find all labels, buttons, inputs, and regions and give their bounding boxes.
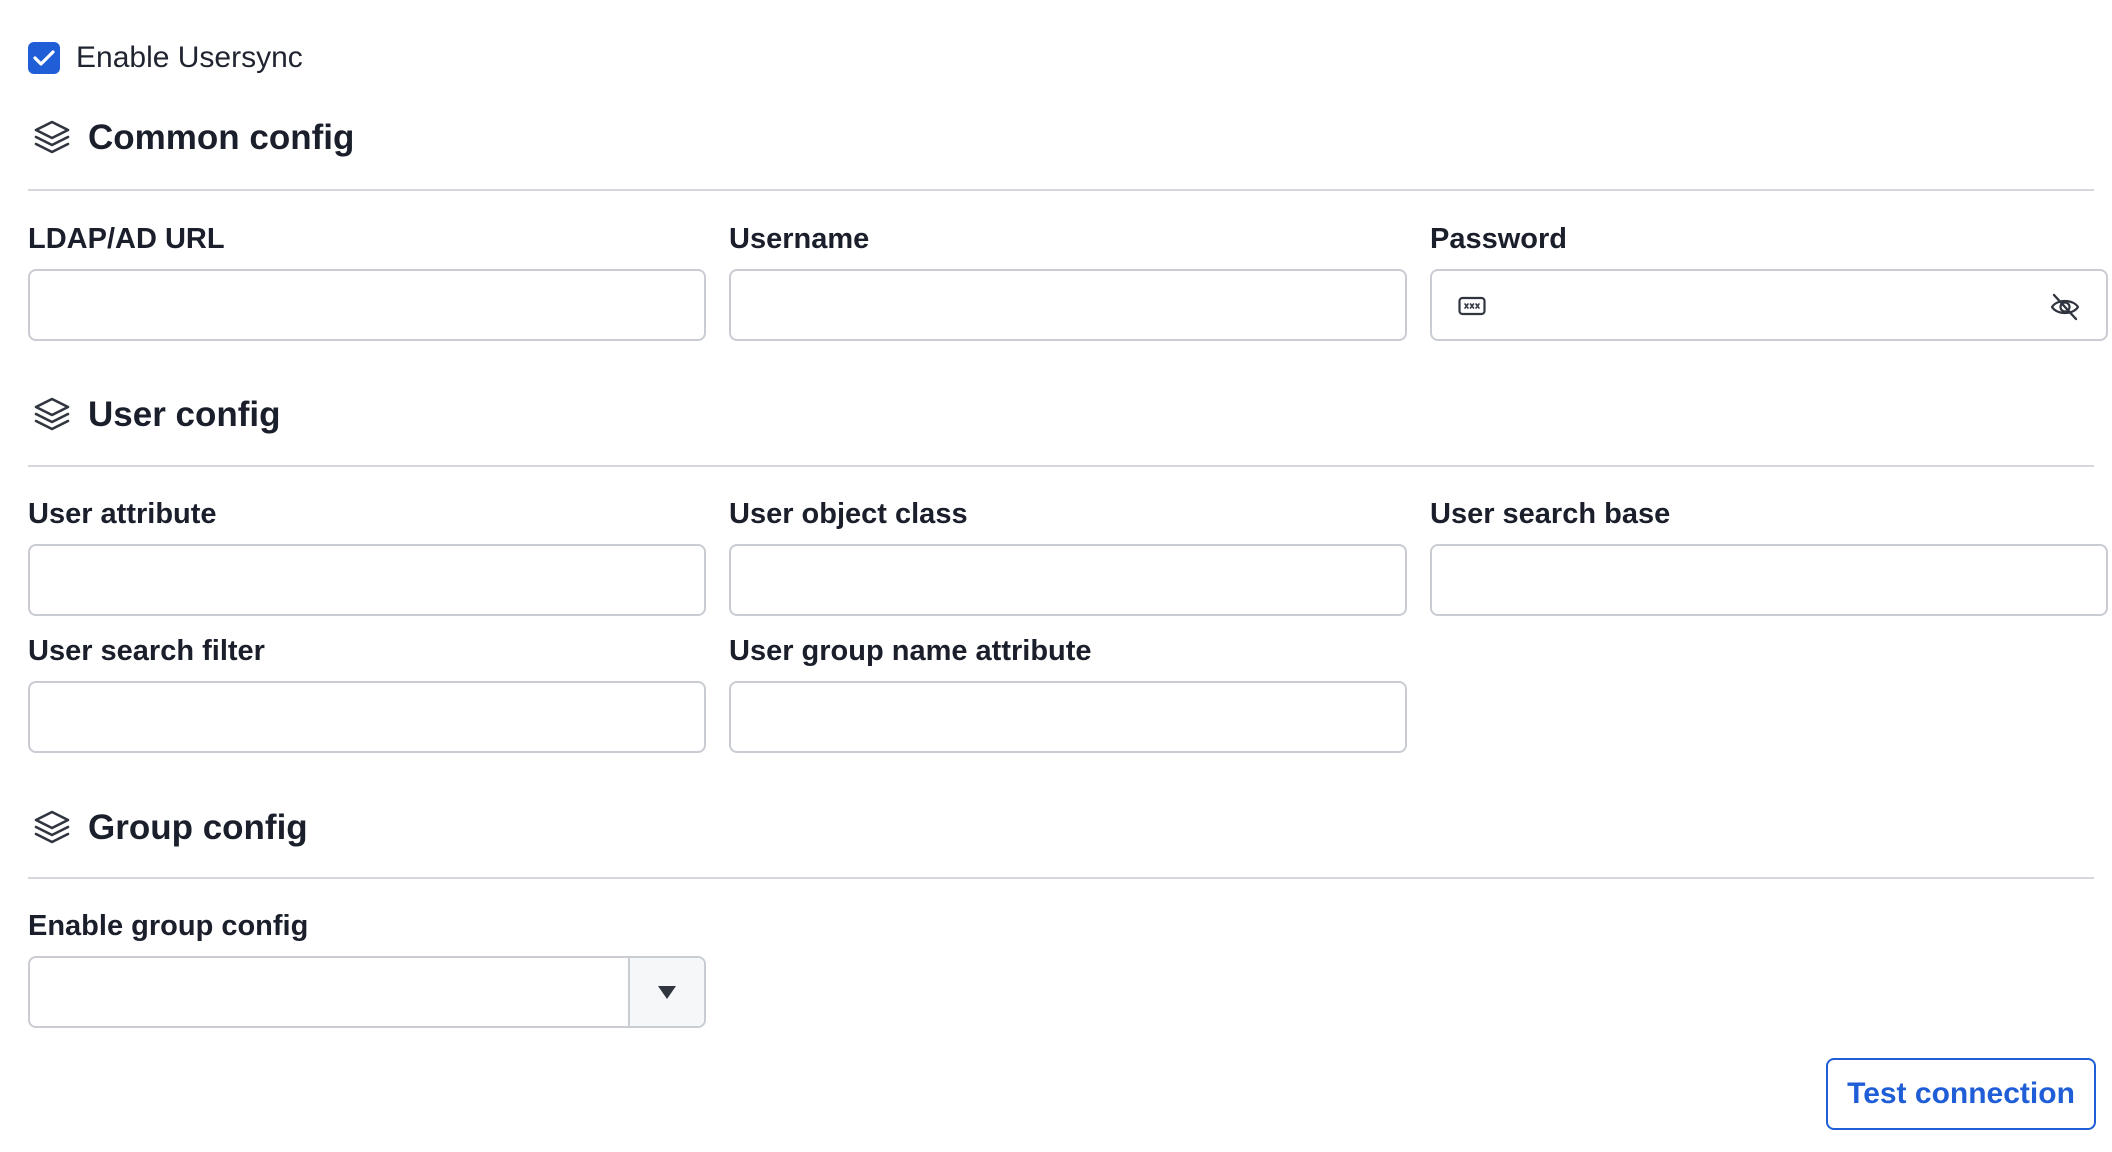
user-object-class-label: User object class: [729, 498, 968, 530]
user-search-base-label: User search base: [1430, 498, 1671, 530]
user-attribute-label: User attribute: [28, 498, 217, 530]
layers-icon: [28, 804, 76, 852]
common-config-divider: [28, 189, 2094, 191]
user-object-class-input[interactable]: [729, 544, 1407, 616]
layers-icon: [28, 391, 76, 439]
enable-group-config-toggle[interactable]: [628, 958, 704, 1026]
common-config-title: Common config: [88, 118, 355, 157]
layers-icon: [28, 114, 76, 162]
group-config-title: Group config: [88, 808, 308, 847]
password-dots-icon: [1458, 296, 1486, 316]
group-config-divider: [28, 877, 2094, 879]
user-config-divider: [28, 465, 2094, 467]
ldap-url-label: LDAP/AD URL: [28, 223, 225, 255]
user-config-title: User config: [88, 395, 281, 434]
password-field[interactable]: [1430, 269, 2108, 341]
user-group-name-attribute-label: User group name attribute: [729, 635, 1092, 667]
username-label: Username: [729, 223, 870, 255]
enable-usersync-row[interactable]: Enable Usersync: [28, 41, 303, 75]
test-connection-button[interactable]: Test connection: [1826, 1058, 2096, 1130]
enable-usersync-checkbox[interactable]: [28, 42, 60, 74]
user-group-name-attribute-input[interactable]: [729, 681, 1407, 753]
enable-usersync-label: Enable Usersync: [76, 41, 303, 74]
password-label: Password: [1430, 223, 1567, 255]
enable-group-config-select[interactable]: [28, 956, 706, 1028]
user-search-base-input[interactable]: [1430, 544, 2108, 616]
common-config-header: Common config: [28, 113, 354, 163]
user-config-header: User config: [28, 390, 281, 440]
user-search-filter-input[interactable]: [28, 681, 706, 753]
password-input[interactable]: [1502, 279, 2026, 333]
usersync-form: Enable Usersync Common config LDAP/AD UR…: [0, 0, 2112, 1152]
eye-off-icon[interactable]: [2048, 291, 2082, 323]
ldap-url-input[interactable]: [28, 269, 706, 341]
username-input[interactable]: [729, 269, 1407, 341]
checkmark-icon: [33, 50, 55, 66]
user-attribute-input[interactable]: [28, 544, 706, 616]
group-config-header: Group config: [28, 803, 308, 853]
enable-group-config-label: Enable group config: [28, 910, 309, 942]
caret-down-icon: [658, 986, 676, 999]
user-search-filter-label: User search filter: [28, 635, 265, 667]
